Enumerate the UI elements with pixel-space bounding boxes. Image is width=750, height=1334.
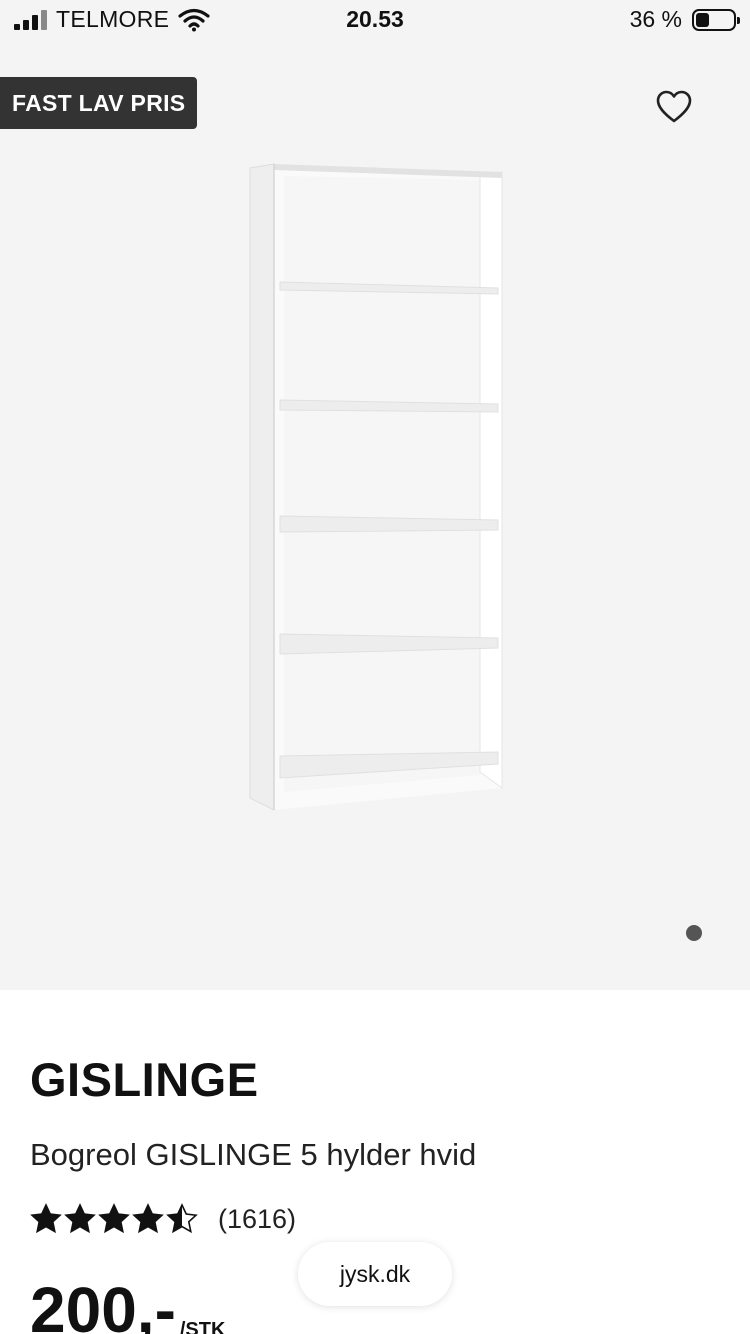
battery-percent: 36 % — [629, 6, 682, 32]
product-gallery[interactable]: FAST LAV PRIS — [0, 40, 750, 990]
star-full-icon — [98, 1203, 130, 1234]
carousel-indicator-dot[interactable] — [686, 925, 702, 941]
rating-stars — [30, 1203, 198, 1235]
price-unit: /STK — [179, 1319, 226, 1334]
price-badge: FAST LAV PRIS — [0, 77, 198, 129]
battery-level — [696, 12, 709, 27]
url-bar[interactable]: jysk.dk — [298, 1242, 452, 1306]
star-full-icon — [30, 1203, 62, 1234]
price-value: 200,- — [30, 1274, 176, 1334]
price: 200,- /STK — [30, 1278, 225, 1334]
star-half-icon — [166, 1203, 198, 1234]
star-full-icon — [132, 1203, 164, 1234]
status-bar: TELMORE 20.53 36 % — [0, 0, 750, 40]
rating[interactable]: (1616) — [30, 1203, 296, 1235]
heart-icon[interactable] — [656, 90, 692, 124]
product-description: Bogreol GISLINGE 5 hylder hvid — [30, 1137, 477, 1172]
product-image[interactable] — [240, 160, 520, 820]
status-right: 36 % — [629, 6, 740, 33]
star-full-icon — [64, 1203, 96, 1234]
battery-icon — [692, 8, 740, 31]
review-count: (1616) — [218, 1203, 297, 1234]
product-name: GISLINGE — [30, 1053, 259, 1106]
